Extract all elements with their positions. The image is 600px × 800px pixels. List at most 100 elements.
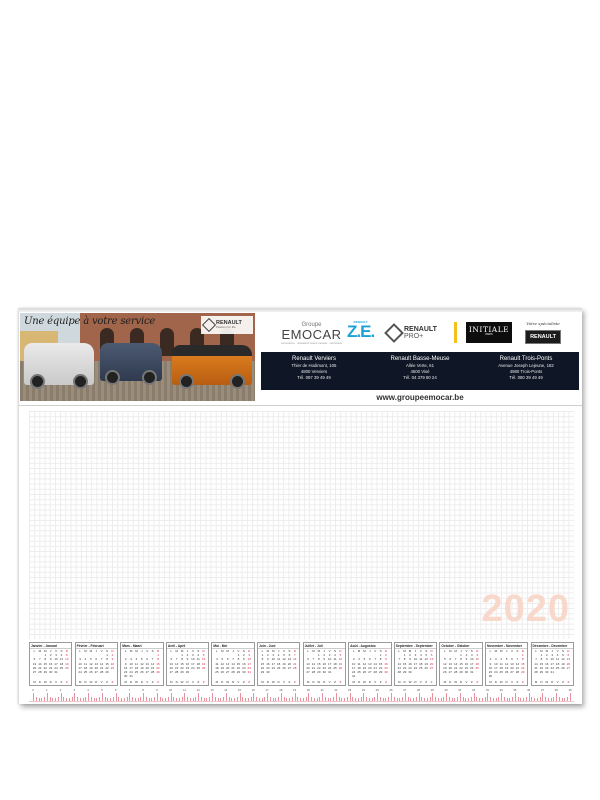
day-cell: M	[306, 679, 310, 684]
ruler-tick	[151, 698, 152, 701]
ruler-tick	[167, 697, 169, 701]
ruler-tick	[437, 698, 439, 701]
ruler-number: 14	[224, 688, 228, 692]
day-cell: 28	[397, 670, 401, 675]
day-cell	[418, 670, 423, 674]
day-cell: 29	[260, 670, 265, 675]
ruler-tick	[35, 697, 37, 701]
ruler-tick	[368, 698, 370, 701]
renault-ze-logo: RENAULT Z.E.	[347, 320, 375, 340]
day-cell: 31	[351, 674, 356, 679]
day-cell: D	[459, 679, 463, 684]
week-row: 28 29 30 31	[532, 670, 573, 674]
day-cell	[333, 670, 338, 674]
ruler-tick	[228, 697, 230, 701]
ruler-tick	[212, 693, 213, 701]
ruler-tick	[363, 693, 365, 701]
ruler-tick	[525, 697, 527, 701]
ruler-tick	[231, 698, 232, 701]
ruler-tick	[223, 697, 224, 701]
ruler-number: 28	[416, 688, 421, 692]
day-cell: Z	[242, 679, 245, 684]
ruler-tick	[558, 697, 560, 701]
ruler-tick	[200, 697, 202, 701]
ruler-tick	[187, 697, 188, 701]
ruler-tick	[93, 698, 95, 701]
ruler-tick	[462, 697, 464, 701]
day-cell: V	[237, 679, 240, 684]
ruler-tick	[302, 698, 304, 701]
day-cell: M	[443, 679, 447, 684]
wheel	[30, 374, 45, 389]
day-cell	[145, 674, 150, 678]
ruler-tick	[561, 698, 563, 701]
ruler-tick	[547, 698, 549, 701]
ruler-tick	[346, 697, 348, 701]
day-cell: Z	[288, 679, 291, 684]
day-cell: D	[140, 679, 143, 684]
ruler-tick	[459, 693, 461, 701]
day-cell: 28	[99, 670, 104, 675]
weekday-footer: MDWDVZZ	[212, 680, 253, 684]
ruler-tick	[341, 698, 343, 701]
day-cell: Z	[106, 679, 108, 684]
day-cell: M	[352, 679, 355, 684]
ruler-tick	[382, 698, 384, 701]
day-cell: W	[408, 679, 412, 684]
ruler-tick	[178, 698, 180, 701]
ruler-number: 38	[554, 688, 558, 692]
car-blue	[100, 343, 162, 385]
day-cell	[201, 670, 206, 674]
week-row: 30 31	[121, 674, 162, 678]
day-cell: Z	[202, 679, 205, 684]
ruler-tick	[443, 697, 444, 701]
ruler-number: 18	[279, 688, 283, 692]
ruler-tick	[162, 698, 164, 701]
ruler-tick	[38, 698, 40, 701]
ruler-tick	[55, 698, 56, 701]
dealer-bar: Renault Verviers Thier de Hodimont, 105 …	[261, 352, 579, 390]
ruler-tick	[322, 693, 323, 701]
ruler-tick	[170, 693, 172, 701]
ruler-tick	[335, 693, 337, 701]
ruler-tick	[297, 697, 298, 701]
ruler-tick	[126, 697, 128, 701]
ruler-tick	[402, 697, 403, 701]
ruler-tick	[481, 698, 483, 701]
month-calendar: Novembre - November L M M J V S D 1 2 3 4 5 6 7 8 9 10 11 1…	[484, 642, 529, 686]
ruler-tick	[63, 697, 64, 701]
day-cell: 30	[185, 670, 190, 675]
ruler-tick	[410, 698, 411, 701]
ruler-tick	[435, 697, 436, 701]
ruler-tick	[96, 698, 97, 701]
year-label: 2020	[481, 588, 570, 630]
day-cell: Z	[157, 679, 159, 684]
ruler-tick	[528, 693, 530, 701]
specialist-label: Votre spécialiste	[526, 321, 560, 326]
ruler-tick	[203, 698, 205, 701]
ruler-tick	[280, 693, 282, 701]
day-cell	[429, 670, 434, 674]
ruler-tick	[498, 697, 499, 701]
ruler-tick	[85, 697, 86, 701]
desk-pad: Une équipe à votre service RENAULT Passi…	[19, 308, 582, 704]
day-cell: Z	[567, 679, 570, 684]
ruler-number: 12	[196, 688, 200, 692]
ruler-tick	[468, 698, 469, 701]
ruler-tick	[503, 697, 505, 701]
ruler-tick	[250, 697, 252, 701]
ruler-tick	[289, 698, 290, 701]
ruler-tick	[278, 697, 279, 701]
day-cell: 30	[49, 670, 53, 675]
day-cell: 31	[327, 670, 332, 675]
day-cell: Z	[470, 679, 473, 684]
week-row: 27 28 29 30 31	[30, 670, 71, 674]
ruler-tick	[225, 693, 227, 701]
day-cell	[504, 674, 509, 678]
yellow-divider	[454, 322, 457, 343]
wheel	[142, 370, 157, 385]
day-cell	[493, 674, 498, 678]
ruler-tick	[90, 697, 92, 701]
ruler-tick	[173, 697, 175, 701]
ruler-tick	[404, 693, 406, 701]
